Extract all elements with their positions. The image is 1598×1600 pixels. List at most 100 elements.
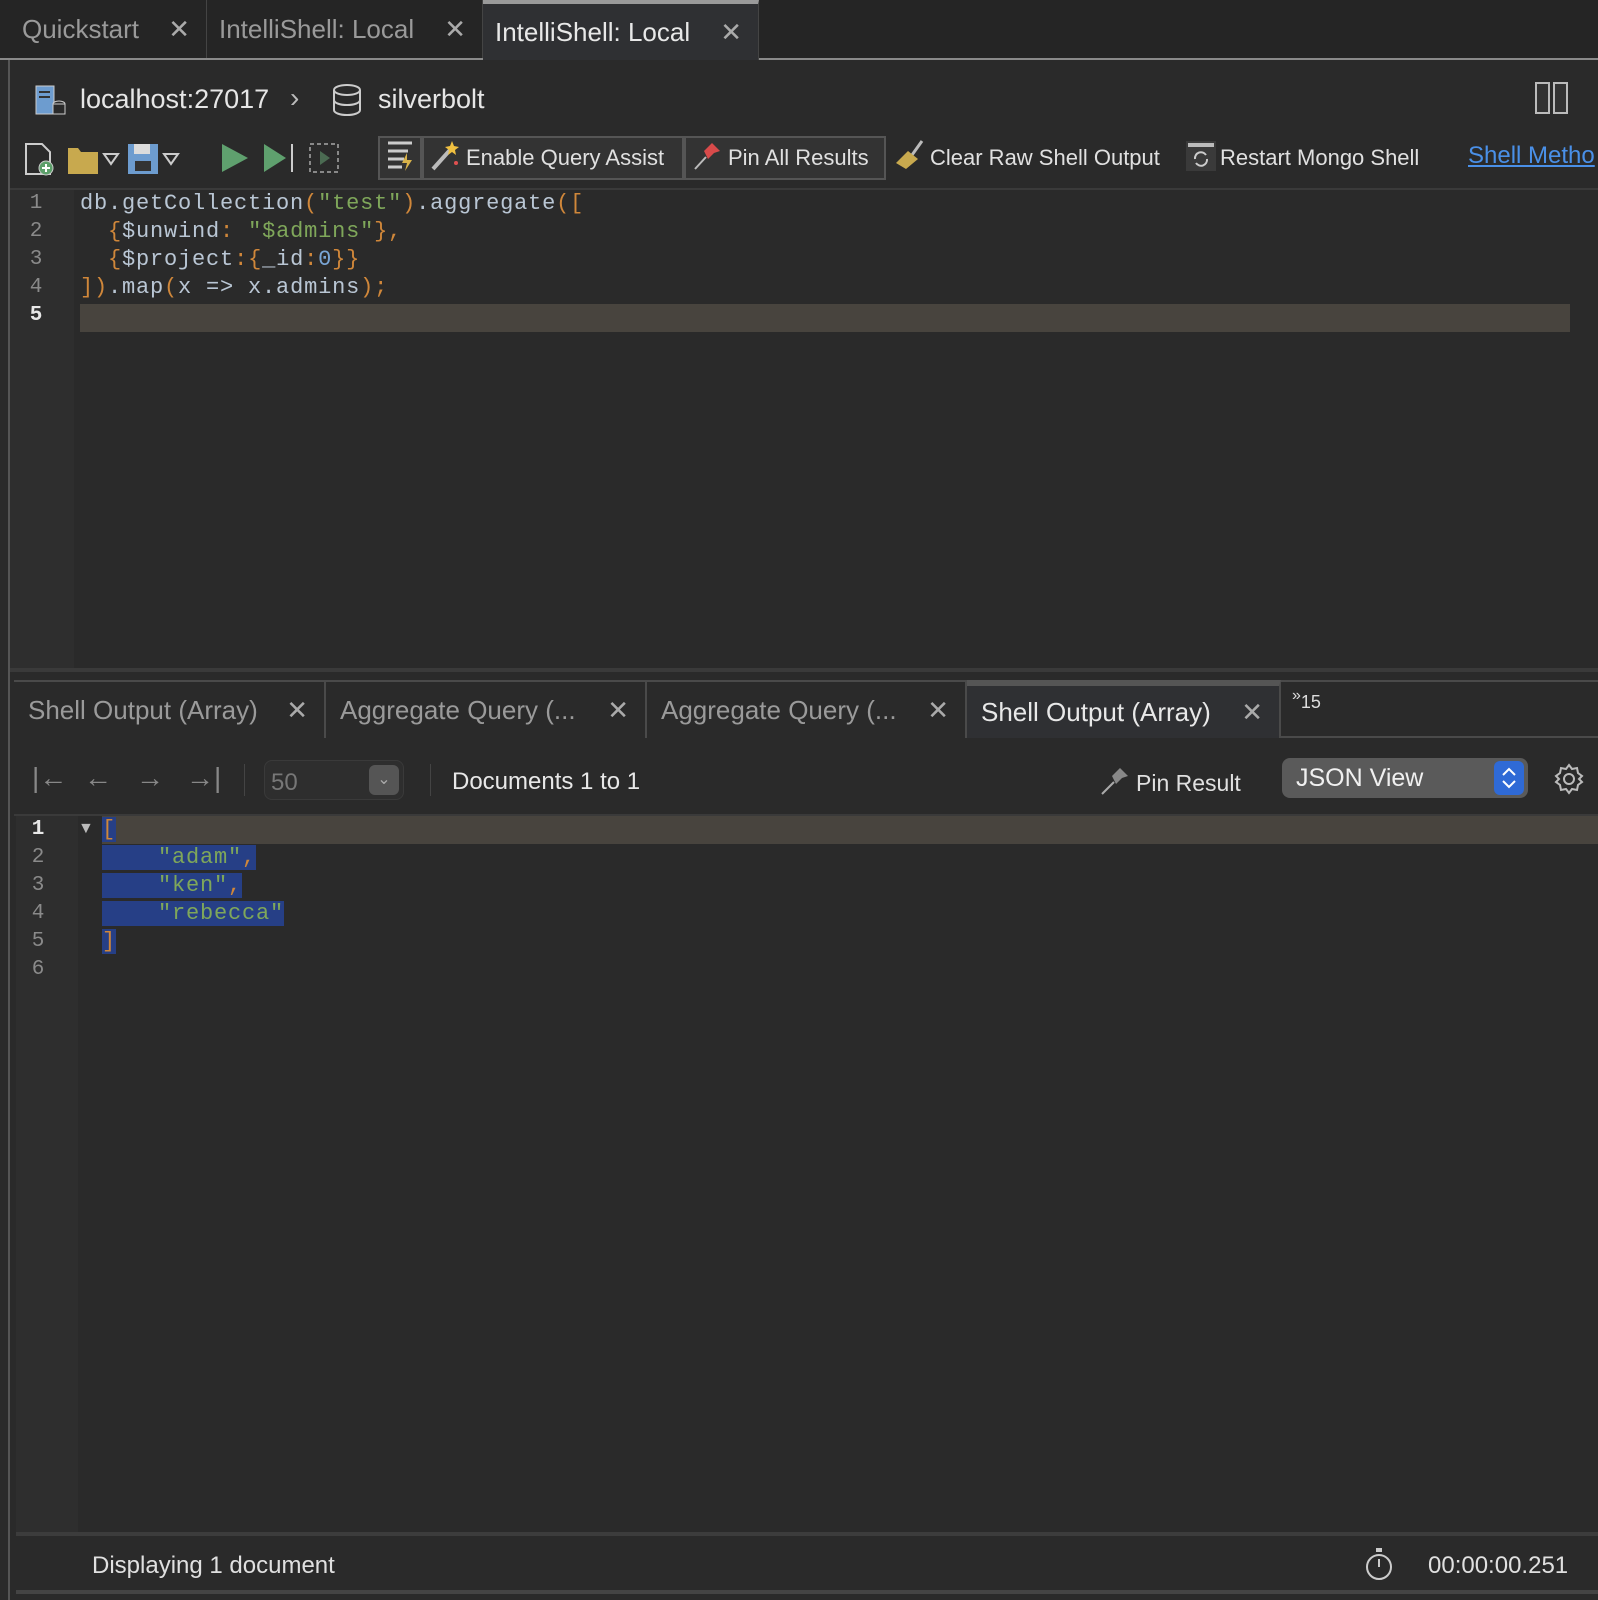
tab-label: IntelliShell: Local: [219, 13, 415, 44]
close-icon[interactable]: ✕: [927, 695, 949, 726]
enable-query-assist-button[interactable]: Enable Query Assist: [422, 136, 684, 180]
chevron-right-icon: ›: [290, 82, 300, 113]
query-code-icon: [385, 139, 415, 177]
line-number: 5: [31, 930, 45, 953]
split-view-icon[interactable]: [1535, 82, 1569, 119]
code-token: ,: [228, 873, 243, 898]
code-token: }}: [332, 247, 361, 272]
code-line: [: [102, 816, 117, 844]
restart-icon: [1186, 139, 1216, 177]
pin-icon: [1100, 764, 1130, 802]
code-line: db.getCollection("test").aggregate([: [80, 190, 584, 218]
code-line: "rebecca": [102, 900, 285, 928]
result-tab-shell-output-2[interactable]: Shell Output (Array) ✕: [967, 680, 1281, 738]
code-token: {: [108, 219, 123, 244]
divider: [16, 1532, 1598, 1536]
tab-overflow-area: [1281, 680, 1598, 738]
tab-label: Shell Output (Array): [28, 694, 258, 725]
query-editor[interactable]: db.getCollection("test").aggregate([ {$u…: [80, 190, 1580, 668]
tab-intellishell-1[interactable]: IntelliShell: Local ✕: [207, 0, 483, 58]
run-current-statement-icon[interactable]: [262, 142, 296, 179]
line-number: 4: [31, 902, 45, 925]
clear-raw-shell-output-button[interactable]: Clear Raw Shell Output: [894, 136, 1160, 180]
close-icon[interactable]: ✕: [168, 14, 190, 45]
run-icon[interactable]: [220, 142, 250, 179]
line-number: 1: [29, 192, 43, 215]
result-tab-aggregate-2[interactable]: Aggregate Query (... ✕: [647, 680, 967, 738]
code-token: :: [220, 219, 249, 244]
code-token: (: [164, 275, 179, 300]
documents-range: Documents 1 to 1: [452, 768, 641, 795]
tab-quickstart[interactable]: Quickstart ✕: [10, 0, 207, 58]
code-token: );: [360, 275, 389, 300]
close-icon[interactable]: ✕: [444, 14, 466, 45]
overflow-tabs-button[interactable]: »15: [1292, 684, 1321, 712]
code-token: },: [374, 219, 403, 244]
code-token: "rebecca": [158, 901, 285, 926]
code-line: "ken",: [102, 872, 243, 900]
view-mode-value: JSON View: [1296, 764, 1424, 792]
view-mode-select[interactable]: JSON View: [1282, 758, 1528, 798]
shell-methods-link[interactable]: Shell Metho: [1468, 142, 1595, 170]
restart-mongo-shell-button[interactable]: Restart Mongo Shell: [1186, 136, 1419, 180]
close-icon[interactable]: ✕: [286, 695, 308, 726]
result-tab-shell-output-1[interactable]: Shell Output (Array) ✕: [14, 680, 326, 738]
first-page-icon[interactable]: |←: [32, 762, 67, 794]
result-tab-aggregate-1[interactable]: Aggregate Query (... ✕: [326, 680, 647, 738]
page-size-select[interactable]: 50 ⌄: [264, 760, 404, 800]
code-token: [102, 873, 159, 898]
double-chevron-icon: »: [1292, 687, 1301, 704]
tab-label: Aggregate Query (...: [340, 694, 576, 725]
code-token: (: [304, 191, 319, 216]
code-token: [102, 901, 159, 926]
pin-icon: [692, 139, 724, 177]
breadcrumb-database[interactable]: silverbolt: [378, 84, 485, 115]
tab-intellishell-2[interactable]: IntelliShell: Local ✕: [483, 0, 759, 60]
line-number: 3: [31, 874, 45, 897]
save-icon[interactable]: [128, 142, 182, 181]
tab-label: IntelliShell: Local: [495, 16, 691, 47]
settings-gear-icon[interactable]: [1552, 762, 1586, 801]
open-folder-icon[interactable]: [68, 144, 120, 181]
divider: [16, 1590, 1598, 1594]
run-selection-icon[interactable]: [308, 142, 342, 179]
query-code-button[interactable]: [378, 136, 422, 180]
pin-all-results-button[interactable]: Pin All Results: [684, 136, 886, 180]
pin-result-button[interactable]: Pin Result: [1100, 764, 1241, 802]
close-icon[interactable]: ✕: [607, 695, 629, 726]
overflow-count: 15: [1300, 692, 1321, 712]
breadcrumb-server[interactable]: localhost:27017: [80, 84, 269, 115]
code-line: ]).map(x => x.admins);: [80, 274, 388, 302]
code-line: ]: [102, 928, 117, 956]
splitter[interactable]: [10, 668, 1598, 672]
last-page-icon[interactable]: →|: [186, 762, 221, 794]
next-page-icon[interactable]: →: [136, 762, 164, 794]
line-number: 3: [29, 248, 43, 271]
page-size-value: 50: [271, 769, 298, 796]
code-line: {$unwind: "$admins"},: [80, 218, 402, 246]
elapsed-time: 00:00:00.251: [1428, 1552, 1569, 1579]
enable-query-assist-label: Enable Query Assist: [466, 145, 665, 170]
close-icon[interactable]: ✕: [1241, 697, 1263, 728]
result-json-view[interactable]: [ "adam", "ken", "rebecca"]: [102, 816, 1592, 1516]
restart-mongo-shell-label: Restart Mongo Shell: [1220, 145, 1420, 170]
status-message: Displaying 1 document: [92, 1552, 335, 1579]
tab-label: Quickstart: [22, 13, 140, 44]
divider: [244, 764, 245, 796]
broom-icon: [894, 139, 926, 177]
code-token: db.getCollection: [80, 191, 305, 216]
close-icon[interactable]: ✕: [720, 17, 742, 48]
result-gutter: 1 2 3 4 5 6: [16, 816, 78, 1532]
code-token: ([: [556, 191, 585, 216]
previous-page-icon[interactable]: ←: [84, 762, 112, 794]
server-icon: [34, 84, 66, 118]
code-token: :{: [234, 247, 263, 272]
new-script-icon[interactable]: [24, 142, 56, 181]
line-number: 2: [31, 846, 45, 869]
collapse-triangle-icon[interactable]: ▼: [78, 820, 94, 838]
code-token: $project: [122, 247, 235, 272]
code-token: .aggregate: [416, 191, 557, 216]
code-token: x => x.admins: [178, 275, 361, 300]
window-tab-bar: Quickstart ✕ IntelliShell: Local ✕ Intel…: [0, 0, 1598, 60]
code-token: ): [402, 191, 417, 216]
